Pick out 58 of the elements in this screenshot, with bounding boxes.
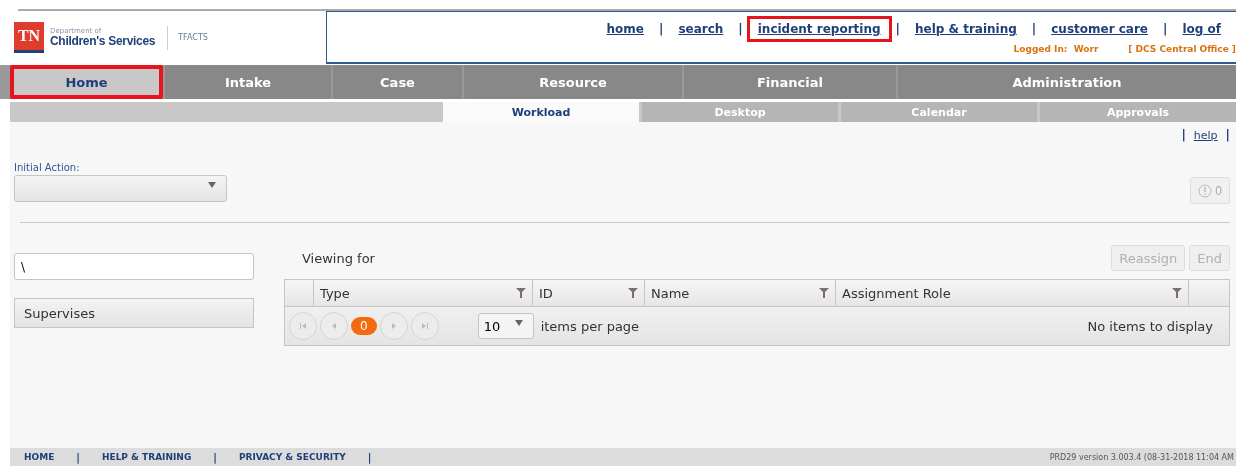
separator: | xyxy=(1225,128,1230,142)
nav-tab[interactable]: Case xyxy=(333,65,462,99)
header-link[interactable]: help & training xyxy=(903,16,1028,42)
sub-tab[interactable]: Workload xyxy=(443,102,639,122)
header-link[interactable]: incident reporting xyxy=(746,16,892,42)
help-link[interactable]: help xyxy=(1193,128,1218,142)
separator: | xyxy=(1163,22,1168,36)
state-badge: TN xyxy=(14,22,44,53)
system-name: TFACTS xyxy=(167,25,208,50)
footer-link[interactable]: HELP & TRAINING xyxy=(101,452,192,462)
office-name: [ DCS Central Office ] xyxy=(1128,44,1236,54)
exclamation-icon xyxy=(1198,183,1213,198)
version-text: PRD29 version 3.003.4 (08-31-2018 11:04 AM xyxy=(1049,452,1234,462)
logged-in-user: Logged In: Worr xyxy=(1013,44,1099,54)
filter-icon[interactable] xyxy=(628,288,638,298)
viewing-for-label: Viewing for xyxy=(302,250,375,266)
footer-link[interactable]: PRIVACY & SECURITY xyxy=(238,452,346,462)
header-link[interactable]: log of xyxy=(1171,16,1232,42)
separator: | xyxy=(1181,128,1186,142)
footer-link[interactable]: HOME xyxy=(24,452,55,462)
column-header[interactable]: ID xyxy=(539,285,553,301)
column-header[interactable]: Type xyxy=(320,285,350,301)
nav-tab[interactable]: Intake xyxy=(165,65,331,99)
agency-name: Children's Services xyxy=(50,35,156,47)
separator: | xyxy=(76,451,80,463)
separator: | xyxy=(659,22,664,36)
header-link[interactable]: home xyxy=(595,16,655,42)
separator: | xyxy=(895,22,900,36)
next-page-button[interactable] xyxy=(379,312,408,340)
first-page-icon xyxy=(299,322,307,330)
first-page-button[interactable] xyxy=(289,312,317,340)
column-header[interactable]: Assignment Role xyxy=(842,285,951,301)
page-size-label: items per page xyxy=(540,318,640,334)
separator: | xyxy=(1031,22,1037,36)
initial-action-label: Initial Action: xyxy=(14,162,81,173)
previous-page-icon xyxy=(330,322,338,330)
header-link[interactable]: search xyxy=(667,16,735,42)
worker-field[interactable]: \ xyxy=(14,253,254,280)
nav-tab[interactable]: Resource xyxy=(464,65,682,99)
empty-message: No items to display xyxy=(1087,318,1213,334)
page-size-dropdown[interactable]: 10 xyxy=(477,313,534,339)
last-page-button[interactable] xyxy=(410,312,439,340)
separator: | xyxy=(213,451,217,463)
separator: | xyxy=(367,451,372,463)
filter-icon[interactable] xyxy=(819,288,829,298)
last-page-icon xyxy=(420,322,429,330)
column-header[interactable]: Name xyxy=(651,285,690,301)
nav-tab[interactable]: Financial xyxy=(684,65,896,99)
separator: | xyxy=(738,22,743,36)
nav-tab[interactable]: Administration xyxy=(898,65,1236,99)
previous-page-button[interactable] xyxy=(320,312,348,340)
supervises-item[interactable]: Supervises xyxy=(14,298,254,328)
initial-action-dropdown[interactable] xyxy=(14,175,227,202)
next-page-icon xyxy=(389,322,398,330)
filter-icon[interactable] xyxy=(1172,288,1182,298)
filter-icon[interactable] xyxy=(516,288,526,298)
nav-tab[interactable]: Home xyxy=(10,65,163,99)
header-link[interactable]: customer care xyxy=(1040,16,1159,42)
